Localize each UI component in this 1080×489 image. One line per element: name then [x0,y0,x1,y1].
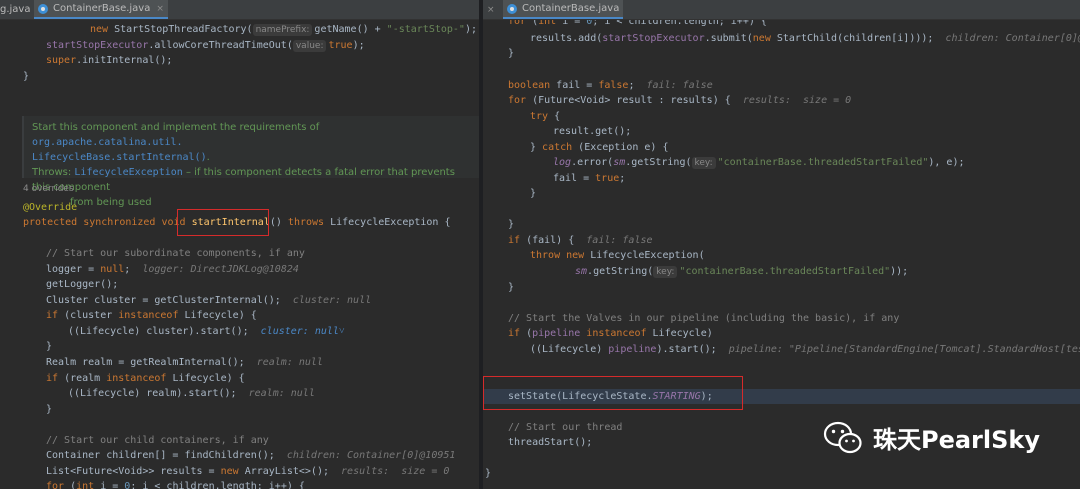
code-line: } [508,48,515,59]
code-line: for (int i = 0; i < children.length; i++… [46,481,305,489]
close-icon[interactable]: × [156,4,164,14]
code-line: // Start our thread [508,422,623,433]
java-class-icon [38,3,48,14]
code-line: for (Future<Void> result : results) { re… [508,95,852,106]
code-line: results.add(startStopExecutor.submit(new… [530,33,1080,44]
param-hint: key: [691,157,716,169]
code-line: } [508,219,515,230]
code-line: } [485,468,492,479]
tab-label: g.java [0,4,31,15]
left-tab-bar: g.java × ContainerBase.java × [0,0,479,20]
code-line: startStopExecutor.allowCoreThreadTimeOut… [46,40,365,52]
code-line: Cluster cluster = getClusterInternal(); … [46,295,372,306]
code-line: if (realm instanceof Lifecycle) { [46,373,245,384]
java-class-icon [507,3,517,14]
close-icon[interactable]: × [487,5,495,15]
code-line: // Start our child containers, if any [46,435,269,446]
watermark: 珠天PearlSky [823,420,1040,455]
right-tab-bar: × ContainerBase.java [483,0,1080,20]
code-line: if (cluster instanceof Lifecycle) { [46,310,257,321]
code-line: boolean fail = false; fail: false [508,80,713,91]
code-line: if (fail) { fail: false [508,235,653,246]
code-line: sm.getString(key: "containerBase.threaded… [575,266,909,278]
code-line: throw new LifecycleException( [530,250,705,261]
code-line: Realm realm = getRealmInternal(); realm:… [46,357,323,368]
tab-containerbase-java[interactable]: ContainerBase.java [503,0,624,19]
highlight-box-setstate [483,376,743,410]
param-hint: key: [653,266,678,278]
code-line: } [46,404,53,415]
tab-containerbase-java[interactable]: ContainerBase.java × [34,0,168,19]
code-line: // Start our subordinate components, if … [46,248,305,259]
left-editor-pane: g.java × ContainerBase.java × new StartS… [0,0,479,489]
code-line: logger = null; logger: DirectJDKLog@1082… [46,264,299,275]
param-hint: namePrefix: [252,24,313,36]
code-line: threadStart(); [508,437,593,448]
code-line: ((Lifecycle) cluster).start(); cluster: … [68,326,345,337]
code-line: try { [530,111,561,122]
tab-label: ContainerBase.java [53,3,151,14]
code-line: Container children[] = findChildren(); c… [46,450,456,461]
code-line: } [46,341,53,352]
code-line: getLogger(); [46,279,119,290]
watermark-text: 珠天PearlSky [873,426,1041,454]
code-line: result.get(); [553,126,632,137]
code-line: if (pipeline instanceof Lifecycle) [508,328,713,339]
right-editor-pane: for (int i = 0; i < children.length; i++… [483,0,1080,489]
tab-label: ContainerBase.java [522,3,620,14]
highlight-box-startinternal [177,209,269,236]
code-line: } [508,282,515,293]
code-line: List<Future<Void>> results = new ArrayLi… [46,466,450,477]
code-line: // Start the Valves in our pipeline (inc… [508,313,900,324]
wechat-icon [823,421,862,453]
code-line: fail = true; [553,173,626,184]
param-hint: value: [292,40,327,52]
code-line: ((Lifecycle) pipeline).start(); pipeline… [530,344,1080,355]
code-line: } catch (Exception e) { [530,142,669,153]
javadoc-block: Start this component and implement the r… [22,116,479,208]
overrides-hint[interactable]: 4 overrides [23,184,74,194]
code-line: new StartStopThreadFactory(namePrefix: ge… [90,24,477,36]
code-line: } [530,188,537,199]
code-line: log.error(sm.getString(key: "containerBas… [553,157,965,169]
code-line: @Override [23,202,78,213]
code-line: } [23,71,30,82]
code-line: super.initInternal(); [46,55,173,66]
code-line: ((Lifecycle) realm).start(); realm: null [68,388,315,399]
tab-pin: × [483,0,499,19]
